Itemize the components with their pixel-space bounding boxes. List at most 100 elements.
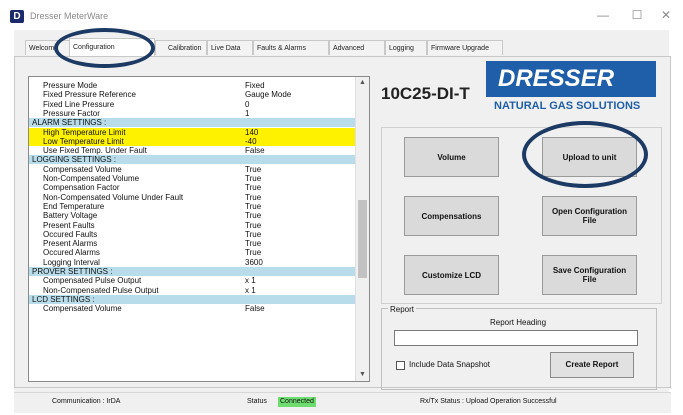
property-row[interactable]: Battery Voltage True <box>29 211 356 220</box>
property-value[interactable]: 1 <box>245 109 249 118</box>
property-row[interactable]: Non-Compensated Volume Under Fault True <box>29 193 356 202</box>
property-name: Low Temperature Limit <box>43 136 124 146</box>
property-name: Occured Alarms <box>43 248 100 258</box>
property-row[interactable]: High Temperature Limit 140 <box>29 127 356 137</box>
close-button[interactable]: ✕ <box>651 6 681 24</box>
property-value[interactable]: True <box>245 165 261 174</box>
property-value[interactable]: 140 <box>245 128 258 137</box>
tab-firmware-upgrade[interactable]: Firmware Upgrade <box>427 40 503 55</box>
window-title: Dresser MeterWare <box>30 11 109 21</box>
property-category-row: LCD SETTINGS : <box>29 294 356 304</box>
property-name: Pressure Factor <box>43 108 100 118</box>
property-value[interactable]: Fixed <box>245 81 265 90</box>
property-value[interactable]: -40 <box>245 137 257 146</box>
property-value[interactable]: True <box>245 174 261 183</box>
property-category-label: PROVER SETTINGS : <box>32 267 113 276</box>
property-name: Present Alarms <box>43 239 98 249</box>
property-value[interactable]: True <box>245 230 261 239</box>
report-heading-input[interactable] <box>394 330 638 346</box>
minimize-button[interactable]: — <box>588 6 618 24</box>
property-grid-scrollbar[interactable]: ▲ ▼ <box>355 77 369 381</box>
include-data-snapshot-checkbox[interactable] <box>396 361 405 370</box>
property-name: Present Faults <box>43 220 95 230</box>
property-row[interactable]: Compensated Pulse Output x 1 <box>29 276 356 285</box>
property-name: High Temperature Limit <box>43 127 126 137</box>
scroll-down-icon[interactable]: ▼ <box>356 369 369 381</box>
scroll-thumb[interactable] <box>358 200 367 278</box>
include-data-snapshot-label[interactable]: Include Data Snapshot <box>409 360 490 369</box>
title-bar: D Dresser MeterWare — ☐ ✕ <box>0 0 683 30</box>
property-name: Fixed Pressure Reference <box>43 90 136 100</box>
property-row[interactable]: Occured Faults True <box>29 230 356 239</box>
maximize-button[interactable]: ☐ <box>622 6 652 24</box>
tab-calibration[interactable]: Calibration <box>155 40 207 55</box>
property-name: Logging Interval <box>43 257 100 267</box>
connection-status-label: Status <box>247 398 267 405</box>
property-row[interactable]: Logging Interval 3600 <box>29 258 356 267</box>
property-row[interactable]: Compensated Volume True <box>29 165 356 174</box>
logo-wordmark: DRESSER <box>498 65 615 92</box>
rx-tx-status: Rx/Tx Status : Upload Operation Successf… <box>420 398 557 405</box>
property-row[interactable]: Non-Compensated Pulse Output x 1 <box>29 286 356 295</box>
property-row[interactable]: Compensation Factor True <box>29 183 356 192</box>
property-row[interactable]: Fixed Pressure Reference Gauge Mode <box>29 90 356 99</box>
settings-property-grid[interactable]: Pressure Mode Fixed Fixed Pressure Referen… <box>28 76 370 382</box>
configuration-tab-highlight-circle <box>54 28 155 68</box>
property-value[interactable]: True <box>245 193 261 202</box>
property-value[interactable]: True <box>245 211 261 220</box>
report-heading-label: Report Heading <box>490 318 547 327</box>
property-name: Compensated Pulse Output <box>43 276 142 286</box>
property-value[interactable]: x 1 <box>245 276 256 285</box>
property-row[interactable]: Present Faults True <box>29 221 356 230</box>
property-value[interactable]: 3600 <box>245 258 263 267</box>
tab-logging[interactable]: Logging <box>385 40 427 55</box>
save-configuration-file-button[interactable]: Save Configuration File <box>542 255 637 295</box>
property-row[interactable]: Pressure Mode Fixed <box>29 81 356 90</box>
property-category-row: PROVER SETTINGS : <box>29 267 356 276</box>
volume-button[interactable]: Volume <box>404 137 499 177</box>
property-name: Occured Faults <box>43 229 98 239</box>
property-row[interactable]: Low Temperature Limit -40 <box>29 136 356 146</box>
property-row[interactable]: Use Fixed Temp. Under Fault False <box>29 146 356 155</box>
logo-banner: DRESSER <box>486 61 656 97</box>
property-row[interactable]: Non-Compensated Volume True <box>29 174 356 183</box>
create-report-button[interactable]: Create Report <box>550 352 634 378</box>
property-value[interactable]: False <box>245 146 265 155</box>
property-value[interactable]: x 1 <box>245 286 256 295</box>
property-category-row: LOGGING SETTINGS : <box>29 155 356 165</box>
property-value[interactable]: True <box>245 221 261 230</box>
property-value[interactable]: True <box>245 183 261 192</box>
property-value[interactable]: True <box>245 239 261 248</box>
property-value[interactable]: True <box>245 202 261 211</box>
property-category-label: LOGGING SETTINGS : <box>32 155 117 165</box>
tab-live-data[interactable]: Live Data <box>207 40 253 55</box>
scroll-up-icon[interactable]: ▲ <box>356 77 369 89</box>
upload-button-highlight-circle <box>522 121 648 188</box>
property-category-row: ALARM SETTINGS : <box>29 118 356 128</box>
property-name: Use Fixed Temp. Under Fault <box>43 146 147 156</box>
property-row[interactable]: Compensated Volume False <box>29 304 356 313</box>
property-row[interactable]: Pressure Factor 1 <box>29 109 356 118</box>
property-value[interactable]: 0 <box>245 100 249 109</box>
customize-lcd-button[interactable]: Customize LCD <box>404 255 499 295</box>
property-name: Non-Compensated Volume <box>43 174 140 183</box>
property-value[interactable]: True <box>245 248 261 257</box>
property-name: Compensated Volume <box>43 304 122 314</box>
property-value[interactable]: Gauge Mode <box>245 90 291 99</box>
open-configuration-file-button[interactable]: Open Configuration File <box>542 196 637 236</box>
property-value[interactable]: False <box>245 304 265 313</box>
device-model-label: 10C25-DI-T <box>381 84 470 103</box>
property-name: Fixed Line Pressure <box>43 99 115 109</box>
property-name: Compensation Factor <box>43 183 120 193</box>
property-name: Non-Compensated Volume Under Fault <box>43 192 184 202</box>
report-group-label: Report <box>388 305 417 314</box>
tab-faults-alarms[interactable]: Faults & Alarms <box>253 40 329 55</box>
communication-status: Communication : IrDA <box>52 398 121 405</box>
tab-advanced[interactable]: Advanced <box>329 40 385 55</box>
compensations-button[interactable]: Compensations <box>404 196 499 236</box>
property-row[interactable]: End Temperature True <box>29 202 356 211</box>
property-row[interactable]: Occured Alarms True <box>29 248 356 257</box>
property-row[interactable]: Present Alarms True <box>29 239 356 248</box>
property-row[interactable]: Fixed Line Pressure 0 <box>29 100 356 109</box>
connection-status-badge: Connected <box>278 397 316 407</box>
